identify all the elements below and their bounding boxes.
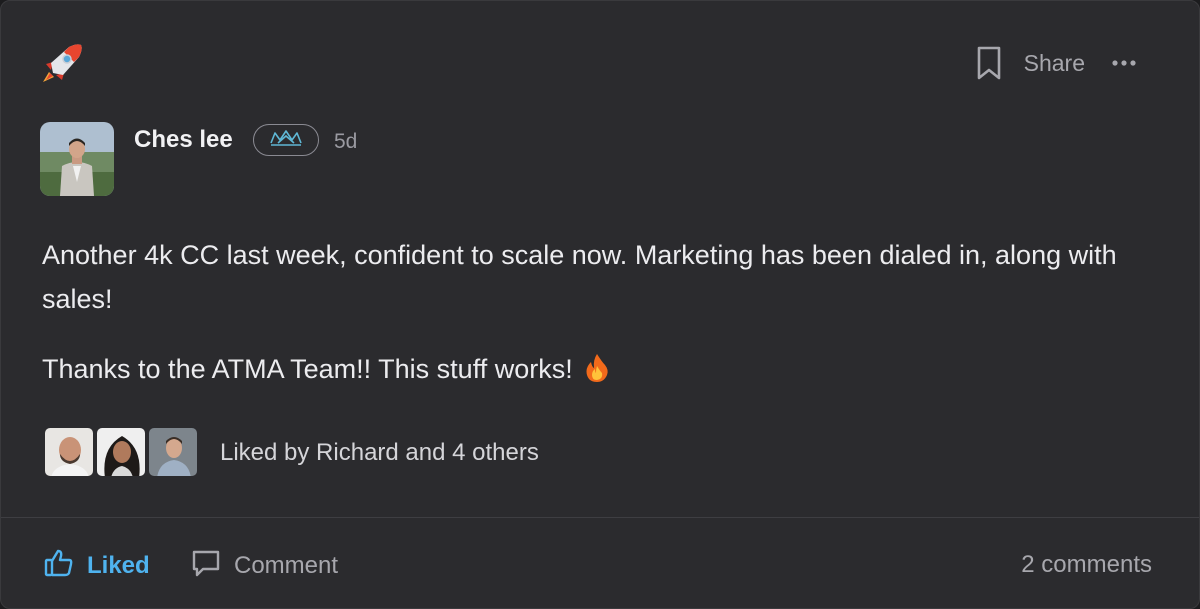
footer-divider	[1, 517, 1199, 518]
liker-avatar[interactable]	[96, 427, 146, 477]
liker-avatar[interactable]	[148, 427, 198, 477]
rocket-icon	[39, 41, 85, 87]
post-timestamp: 5d	[334, 130, 358, 153]
fire-emoji-icon	[584, 352, 610, 382]
comments-count-link[interactable]: 2 comments	[1021, 551, 1152, 579]
post-paragraph-2: Thanks to the ATMA Team!! This stuff wor…	[42, 347, 1152, 391]
comment-button[interactable]: Comment	[190, 547, 338, 584]
share-button[interactable]: Share	[1024, 50, 1085, 77]
post-card: Share Ches lee 5d Another 4k CC last wee…	[0, 0, 1200, 609]
author-name[interactable]: Ches lee	[134, 126, 233, 154]
crown-icon	[268, 129, 304, 152]
author-avatar[interactable]	[40, 122, 114, 196]
like-button-label: Liked	[87, 551, 150, 579]
thumbs-up-icon	[43, 547, 75, 584]
like-button[interactable]: Liked	[43, 547, 150, 584]
post-paragraph: Another 4k CC last week, confident to sc…	[42, 240, 1117, 314]
comment-button-label: Comment	[234, 551, 339, 579]
post-body: Another 4k CC last week, confident to sc…	[42, 233, 1152, 391]
liker-avatars[interactable]	[44, 427, 200, 477]
more-icon[interactable]	[1111, 59, 1137, 67]
bookmark-icon[interactable]	[974, 45, 1004, 81]
member-badge	[253, 124, 319, 156]
post-paragraph-text: Thanks to the ATMA Team!! This stuff wor…	[42, 354, 573, 384]
comment-icon	[190, 547, 222, 584]
post-actions: Share	[974, 45, 1137, 81]
liked-by-text[interactable]: Liked by Richard and 4 others	[220, 439, 539, 467]
liker-avatar[interactable]	[44, 427, 94, 477]
